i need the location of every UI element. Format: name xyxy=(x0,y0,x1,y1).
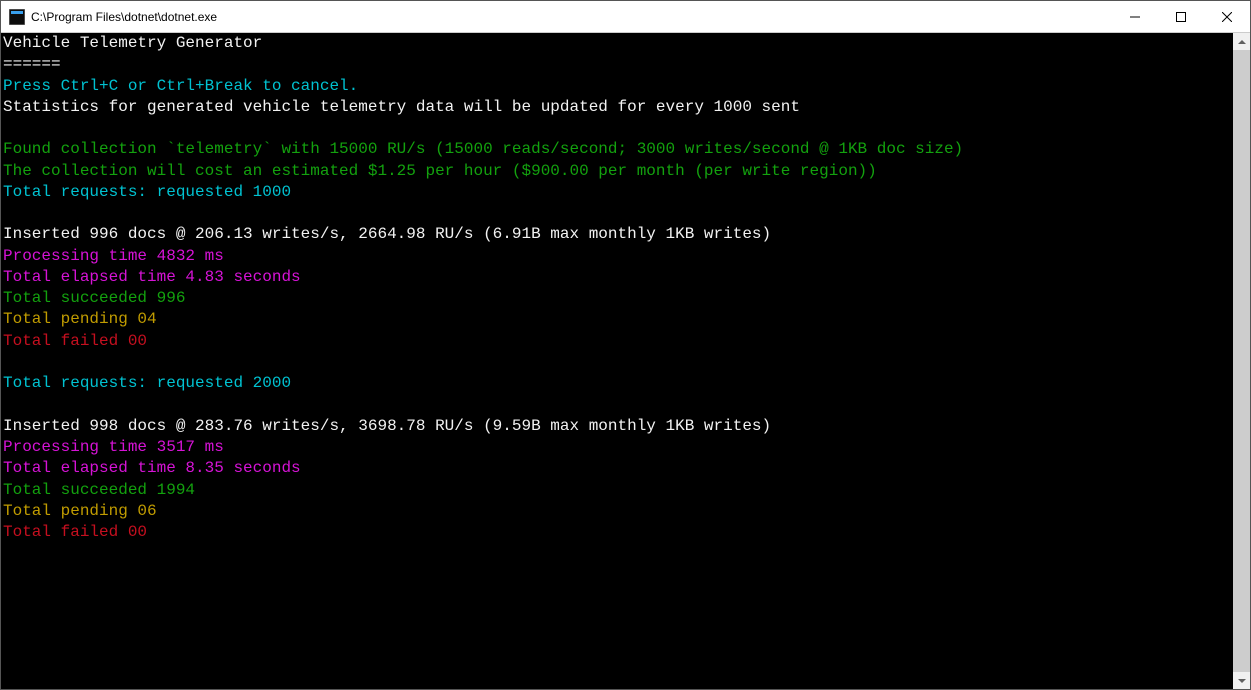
close-button[interactable] xyxy=(1204,1,1250,33)
failed-line: Total failed 00 xyxy=(3,332,147,350)
scroll-thumb[interactable] xyxy=(1233,50,1250,672)
app-icon xyxy=(9,9,25,25)
processing-time-line: Processing time 3517 ms xyxy=(3,438,224,456)
scroll-track[interactable] xyxy=(1233,50,1250,672)
console-output[interactable]: Vehicle Telemetry Generator ====== Press… xyxy=(1,33,1233,689)
console-wrapper: Vehicle Telemetry Generator ====== Press… xyxy=(1,33,1250,689)
window-title: C:\Program Files\dotnet\dotnet.exe xyxy=(31,10,1112,24)
maximize-button[interactable] xyxy=(1158,1,1204,33)
failed-line: Total failed 00 xyxy=(3,523,147,541)
vertical-scrollbar[interactable] xyxy=(1233,33,1250,689)
cancel-hint: Press Ctrl+C or Ctrl+Break to cancel. xyxy=(3,77,358,95)
processing-time-line: Processing time 4832 ms xyxy=(3,247,224,265)
collection-cost-line: The collection will cost an estimated $1… xyxy=(3,162,877,180)
minimize-button[interactable] xyxy=(1112,1,1158,33)
pending-line: Total pending 04 xyxy=(3,310,157,328)
stats-hint: Statistics for generated vehicle telemet… xyxy=(3,98,800,116)
pending-line: Total pending 06 xyxy=(3,502,157,520)
elapsed-time-line: Total elapsed time 4.83 seconds xyxy=(3,268,301,286)
succeeded-line: Total succeeded 996 xyxy=(3,289,185,307)
header-title: Vehicle Telemetry Generator xyxy=(3,34,262,52)
total-requests-line: Total requests: requested 1000 xyxy=(3,183,291,201)
collection-found-line: Found collection `telemetry` with 15000 … xyxy=(3,140,963,158)
elapsed-time-line: Total elapsed time 8.35 seconds xyxy=(3,459,301,477)
scroll-up-arrow[interactable] xyxy=(1233,33,1250,50)
titlebar: C:\Program Files\dotnet\dotnet.exe xyxy=(1,1,1250,33)
scroll-down-arrow[interactable] xyxy=(1233,672,1250,689)
window-controls xyxy=(1112,1,1250,33)
total-requests-line: Total requests: requested 2000 xyxy=(3,374,291,392)
header-divider: ====== xyxy=(3,55,61,73)
inserted-line: Inserted 996 docs @ 206.13 writes/s, 266… xyxy=(3,225,771,243)
inserted-line: Inserted 998 docs @ 283.76 writes/s, 369… xyxy=(3,417,771,435)
succeeded-line: Total succeeded 1994 xyxy=(3,481,195,499)
